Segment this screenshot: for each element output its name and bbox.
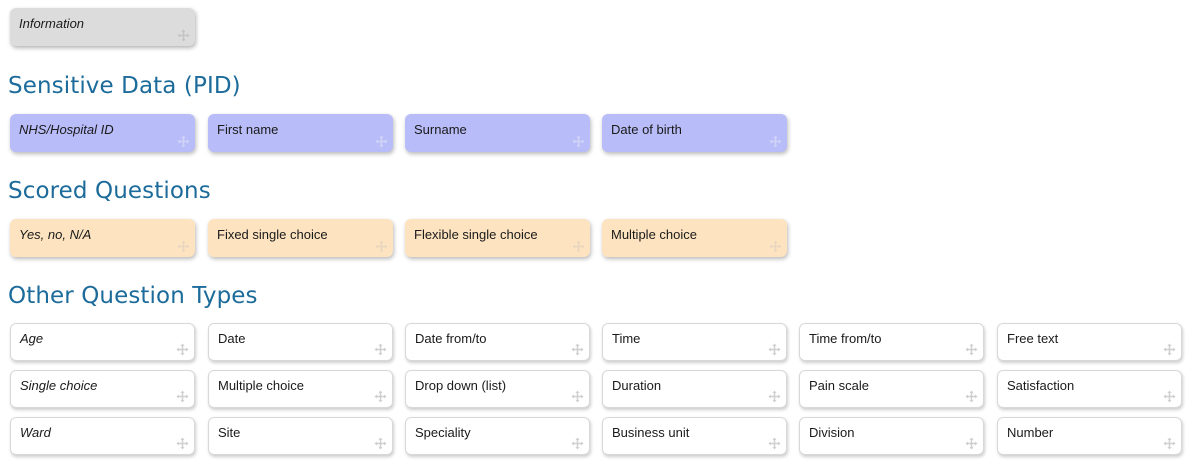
question-type-number[interactable]: Number <box>997 417 1182 455</box>
pid-tile-label: NHS/Hospital ID <box>19 122 114 137</box>
scored-tile-label: Yes, no, N/A <box>19 227 92 242</box>
question-type-label: Multiple choice <box>218 378 304 393</box>
question-type-duration[interactable]: Duration <box>602 370 787 408</box>
scored-tile-fixed-single-choice[interactable]: Fixed single choice <box>208 219 393 257</box>
pid-tile-label: Surname <box>414 122 467 137</box>
question-type-label: Satisfaction <box>1007 378 1075 393</box>
move-handle-icon <box>965 390 978 403</box>
move-handle-icon <box>374 437 387 450</box>
scored-tile-label: Flexible single choice <box>414 227 538 242</box>
question-type-label: Site <box>218 425 241 440</box>
question-type-label: Number <box>1007 425 1054 440</box>
information-tile[interactable]: Information <box>10 8 195 46</box>
scored-tile-flexible-single-choice[interactable]: Flexible single choice <box>405 219 590 257</box>
question-type-date-from-to[interactable]: Date from/to <box>405 323 590 361</box>
question-type-satisfaction[interactable]: Satisfaction <box>997 370 1182 408</box>
move-handle-icon <box>768 437 781 450</box>
move-handle-icon <box>1163 343 1176 356</box>
section-title-scored: Scored Questions <box>8 178 211 204</box>
question-type-label: Business unit <box>612 425 690 440</box>
move-handle-icon <box>1163 437 1176 450</box>
scored-tile-multiple-choice[interactable]: Multiple choice <box>602 219 787 257</box>
question-type-label: Age <box>20 331 44 346</box>
scored-tile-label: Fixed single choice <box>217 227 328 242</box>
question-type-division[interactable]: Division <box>799 417 984 455</box>
question-type-label: Time from/to <box>809 331 882 346</box>
scored-tile-label: Multiple choice <box>611 227 697 242</box>
scored-tile-yes-no-na[interactable]: Yes, no, N/A <box>10 219 195 257</box>
section-title-pid: Sensitive Data (PID) <box>8 73 241 99</box>
question-type-label: Date <box>218 331 246 346</box>
move-handle-icon <box>374 390 387 403</box>
move-handle-icon <box>769 135 782 148</box>
question-type-label: Drop down (list) <box>415 378 507 393</box>
move-handle-icon <box>571 343 584 356</box>
move-handle-icon <box>965 437 978 450</box>
move-handle-icon <box>177 135 190 148</box>
question-type-label: Time <box>612 331 641 346</box>
question-type-pain-scale[interactable]: Pain scale <box>799 370 984 408</box>
move-handle-icon <box>965 343 978 356</box>
move-handle-icon <box>176 390 189 403</box>
pid-tile-date-of-birth[interactable]: Date of birth <box>602 114 787 152</box>
move-handle-icon <box>177 240 190 253</box>
pid-tile-label: Date of birth <box>611 122 682 137</box>
question-type-time[interactable]: Time <box>602 323 787 361</box>
question-type-label: Duration <box>612 378 662 393</box>
move-handle-icon <box>769 240 782 253</box>
pid-tile-label: First name <box>217 122 279 137</box>
section-title-other: Other Question Types <box>8 283 258 309</box>
move-handle-icon <box>768 343 781 356</box>
question-type-label: Ward <box>20 425 51 440</box>
question-type-label: Free text <box>1007 331 1059 346</box>
question-type-label: Speciality <box>415 425 471 440</box>
question-type-free-text[interactable]: Free text <box>997 323 1182 361</box>
question-type-drop-down-list[interactable]: Drop down (list) <box>405 370 590 408</box>
question-type-label: Division <box>809 425 855 440</box>
move-handle-icon <box>572 135 585 148</box>
question-type-speciality[interactable]: Speciality <box>405 417 590 455</box>
move-handle-icon <box>176 343 189 356</box>
move-handle-icon <box>572 240 585 253</box>
move-handle-icon <box>571 390 584 403</box>
question-type-label: Single choice <box>20 378 98 393</box>
question-type-site[interactable]: Site <box>208 417 393 455</box>
question-type-multiple-choice[interactable]: Multiple choice <box>208 370 393 408</box>
question-type-single-choice[interactable]: Single choice <box>10 370 195 408</box>
move-handle-icon <box>768 390 781 403</box>
move-handle-icon <box>375 240 388 253</box>
question-type-label: Pain scale <box>809 378 869 393</box>
question-type-age[interactable]: Age <box>10 323 195 361</box>
information-label: Information <box>19 16 85 31</box>
move-handle-icon <box>1163 390 1176 403</box>
move-handle-icon <box>177 29 190 42</box>
pid-tile-nhs-hospital-id[interactable]: NHS/Hospital ID <box>10 114 195 152</box>
question-type-business-unit[interactable]: Business unit <box>602 417 787 455</box>
question-type-date[interactable]: Date <box>208 323 393 361</box>
question-type-ward[interactable]: Ward <box>10 417 195 455</box>
pid-tile-surname[interactable]: Surname <box>405 114 590 152</box>
question-type-label: Date from/to <box>415 331 487 346</box>
move-handle-icon <box>375 135 388 148</box>
pid-tile-first-name[interactable]: First name <box>208 114 393 152</box>
move-handle-icon <box>374 343 387 356</box>
move-handle-icon <box>176 437 189 450</box>
question-type-time-from-to[interactable]: Time from/to <box>799 323 984 361</box>
move-handle-icon <box>571 437 584 450</box>
